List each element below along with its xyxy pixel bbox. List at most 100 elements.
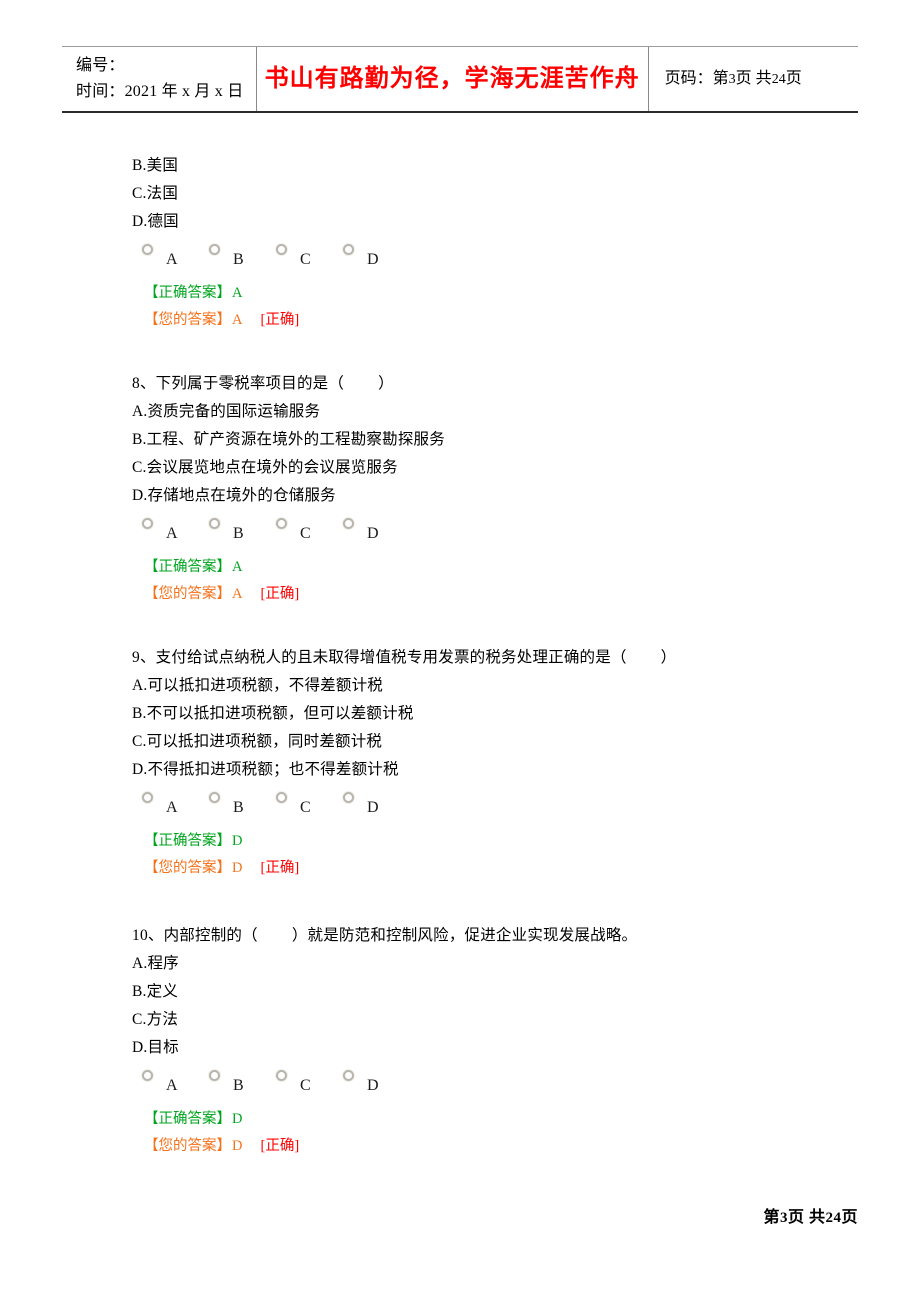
paren-open: （ (242, 927, 258, 944)
option-a[interactable]: A.可以抵扣进项税额，不得差额计税 (132, 672, 872, 700)
radio-label-a: A (166, 799, 178, 816)
answer-judgement-badge: [正确] (260, 312, 300, 328)
correct-answer-line: 【正确答案】A (132, 280, 872, 307)
your-answer-line: 【您的答案】D [正确] (132, 855, 872, 882)
document-page: 编号： 时间：2021 年 x 月 x 日 书山有路勤为径，学海无涯苦作舟 页码… (0, 0, 920, 1302)
option-d[interactable]: D.德国 (132, 208, 872, 236)
your-answer-line: 【您的答案】A [正确] (132, 581, 872, 608)
radio-circle-icon[interactable] (142, 518, 153, 529)
radio-label-b: B (233, 1077, 244, 1094)
radio-circle-icon[interactable] (209, 792, 220, 803)
header-slogan: 书山有路勤为径，学海无涯苦作舟 (264, 66, 640, 92)
radio-circle-icon[interactable] (276, 1070, 287, 1081)
option-a[interactable]: A.程序 (132, 950, 872, 978)
radio-circle-icon[interactable] (142, 792, 153, 803)
footer-page-prefix: 第 (763, 1209, 780, 1226)
option-b[interactable]: B.不可以抵扣进项税额，但可以差额计税 (132, 700, 872, 728)
radio-option-c[interactable]: C (276, 1068, 343, 1094)
paren-close: ） (291, 927, 308, 944)
radio-circle-icon[interactable] (343, 518, 354, 529)
your-answer-value: A (232, 586, 243, 602)
option-b[interactable]: B.定义 (132, 978, 872, 1006)
radio-option-d[interactable]: D (343, 516, 410, 542)
your-answer-value: D (232, 860, 243, 876)
radio-group[interactable]: A B C D (132, 516, 872, 550)
radio-circle-icon[interactable] (142, 244, 153, 255)
radio-option-c[interactable]: C (276, 516, 343, 542)
radio-circle-icon[interactable] (343, 792, 354, 803)
header-time-label: 时间：2021 年 x 月 x 日 (76, 83, 244, 100)
option-a[interactable]: A.资质完备的国际运输服务 (132, 398, 872, 426)
radio-circle-icon[interactable] (142, 1070, 153, 1081)
question-stem-9: 9、支付给试点纳税人的且未取得增值税专用发票的税务处理正确的是（ ） (132, 644, 872, 672)
header-page-suffix: 页 (785, 69, 802, 87)
radio-option-c[interactable]: C (276, 242, 343, 268)
radio-circle-icon[interactable] (276, 518, 287, 529)
radio-option-a[interactable]: A (142, 242, 209, 268)
radio-option-b[interactable]: B (209, 242, 276, 268)
option-b[interactable]: B.工程、矿产资源在境外的工程勘察勘探服务 (132, 426, 872, 454)
radio-option-d[interactable]: D (343, 790, 410, 816)
radio-label-d: D (367, 799, 379, 816)
header-pagination: 页码：第3页 共24页 (665, 66, 858, 93)
radio-option-b[interactable]: B (209, 790, 276, 816)
option-b[interactable]: B.美国 (132, 152, 872, 180)
header-meta-cell: 编号： 时间：2021 年 x 月 x 日 (62, 47, 257, 111)
radio-label-b: B (233, 251, 244, 268)
footer-page-suffix: 页 (841, 1209, 858, 1226)
radio-option-a[interactable]: A (142, 790, 209, 816)
radio-label-d: D (367, 251, 379, 268)
answer-judgement-badge: [正确] (260, 860, 300, 876)
radio-circle-icon[interactable] (209, 1070, 220, 1081)
radio-option-d[interactable]: D (343, 1068, 410, 1094)
question-list: B.美国 C.法国 D.德国 A B C D 【正确答案】A 【您的答案】A [… (132, 152, 872, 1160)
radio-option-d[interactable]: D (343, 242, 410, 268)
paren-close: ） (378, 375, 394, 392)
your-answer-label: 【您的答案】 (144, 586, 231, 602)
radio-group[interactable]: A B C D (132, 242, 872, 276)
radio-circle-icon[interactable] (209, 244, 220, 255)
radio-circle-icon[interactable] (276, 792, 287, 803)
correct-answer-value: D (232, 1111, 243, 1127)
question-stem-text: 8、下列属于零税率项目的是 (132, 375, 329, 392)
question-block-10: 10、内部控制的（ ）就是防范和控制风险，促进企业实现发展战略。 A.程序 B.定… (132, 922, 872, 1160)
header-page-current: 3 (728, 71, 736, 87)
footer-page-mid: 页 共 (787, 1209, 826, 1226)
option-d[interactable]: D.不得抵扣进项税额；也不得差额计税 (132, 756, 872, 784)
radio-option-c[interactable]: C (276, 790, 343, 816)
option-c[interactable]: C.法国 (132, 180, 872, 208)
header-page-total: 24 (771, 71, 786, 87)
radio-circle-icon[interactable] (276, 244, 287, 255)
page-header: 编号： 时间：2021 年 x 月 x 日 书山有路勤为径，学海无涯苦作舟 页码… (62, 46, 858, 113)
option-c[interactable]: C.方法 (132, 1006, 872, 1034)
option-d[interactable]: D.存储地点在境外的仓储服务 (132, 482, 872, 510)
correct-answer-label: 【正确答案】 (144, 559, 231, 575)
question-stem-10: 10、内部控制的（ ）就是防范和控制风险，促进企业实现发展战略。 (132, 922, 872, 950)
option-d[interactable]: D.目标 (132, 1034, 872, 1062)
correct-answer-label: 【正确答案】 (144, 285, 231, 301)
paren-open: （ (610, 649, 627, 666)
footer-page-total: 24 (825, 1210, 842, 1226)
page-footer: 第3页 共24页 (763, 1203, 858, 1227)
radio-option-b[interactable]: B (209, 1068, 276, 1094)
radio-circle-icon[interactable] (343, 1070, 354, 1081)
radio-option-a[interactable]: A (142, 516, 209, 542)
correct-answer-value: A (232, 559, 243, 575)
option-c[interactable]: C.可以抵扣进项税额，同时差额计税 (132, 728, 872, 756)
question-stem-tail: 就是防范和控制风险，促进企业实现发展战略。 (307, 927, 638, 944)
your-answer-label: 【您的答案】 (144, 1138, 231, 1154)
question-stem-8: 8、下列属于零税率项目的是（ ） (132, 370, 872, 398)
option-c[interactable]: C.会议展览地点在境外的会议展览服务 (132, 454, 872, 482)
radio-option-a[interactable]: A (142, 1068, 209, 1094)
correct-answer-label: 【正确答案】 (144, 1111, 231, 1127)
radio-circle-icon[interactable] (343, 244, 354, 255)
radio-circle-icon[interactable] (209, 518, 220, 529)
radio-group[interactable]: A B C D (132, 1068, 872, 1102)
radio-group[interactable]: A B C D (132, 790, 872, 824)
correct-answer-line: 【正确答案】D (132, 828, 872, 855)
paren-close: ） (660, 649, 677, 666)
radio-option-b[interactable]: B (209, 516, 276, 542)
